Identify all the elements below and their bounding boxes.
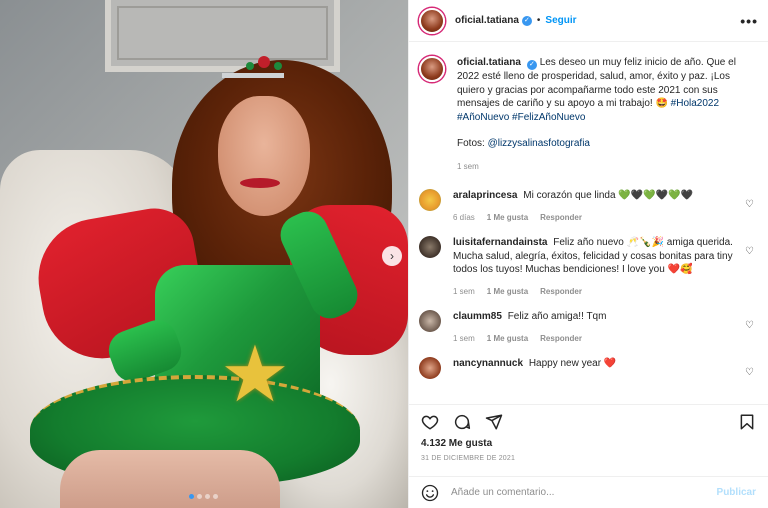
- carousel-dot: [197, 494, 202, 499]
- share-icon[interactable]: [485, 413, 503, 431]
- carousel-dot: [213, 494, 218, 499]
- heart-icon[interactable]: [421, 413, 439, 431]
- comment-icon[interactable]: [453, 413, 471, 431]
- comment-input[interactable]: [451, 487, 717, 498]
- instagram-post-view: ★ › oficial.tatiana ✓ • Seguir ••• ofici…: [0, 0, 768, 508]
- avatar[interactable]: [419, 236, 441, 258]
- comment-like-heart-icon[interactable]: ♡: [745, 320, 754, 331]
- comment-username[interactable]: claumm85: [453, 311, 502, 322]
- avatar[interactable]: [419, 189, 441, 211]
- comment-username[interactable]: luisitafernandainsta: [453, 237, 547, 248]
- tiara-gem: [258, 56, 270, 68]
- caption: oficial.tatiana ✓ Les deseo un muy feliz …: [419, 56, 758, 173]
- comment-like-heart-icon[interactable]: ♡: [745, 367, 754, 378]
- caption-credits: Fotos: @lizzysalinasfotografia: [457, 137, 736, 151]
- emoji-icon[interactable]: [421, 484, 439, 502]
- comment-item: aralaprincesa Mi corazón que linda 💚🖤💚🖤💚…: [419, 189, 758, 224]
- verified-badge-icon: ✓: [521, 15, 532, 26]
- avatar[interactable]: [419, 357, 441, 379]
- comment-like-heart-icon[interactable]: ♡: [745, 246, 754, 257]
- avatar[interactable]: [419, 7, 445, 34]
- carousel-dot: [205, 494, 210, 499]
- bookmark-icon[interactable]: [738, 413, 756, 431]
- post-photo[interactable]: ★ ›: [0, 0, 408, 508]
- tiara: [222, 50, 284, 78]
- more-options-icon[interactable]: •••: [740, 13, 758, 29]
- caption-meta: 1 sem: [457, 160, 736, 174]
- comment-like-heart-icon[interactable]: ♡: [745, 199, 754, 210]
- lips: [240, 178, 280, 188]
- post-sidebar: oficial.tatiana ✓ • Seguir ••• oficial.t…: [408, 0, 768, 508]
- legs: [60, 450, 280, 508]
- add-comment-bar: Publicar: [409, 476, 768, 508]
- verified-badge-icon: ✓: [526, 60, 537, 70]
- comment-likes[interactable]: 1 Me gusta: [487, 285, 528, 299]
- avatar[interactable]: [419, 310, 441, 332]
- caption-username[interactable]: oficial.tatiana: [457, 57, 521, 68]
- comment-item: nancynannuck Happy new year ❤️ ♡: [419, 357, 758, 379]
- carousel-indicator: [189, 494, 218, 499]
- comment-meta: 6 días 1 Me gusta Responder: [453, 211, 736, 225]
- comment-username[interactable]: nancynannuck: [453, 358, 523, 369]
- comment-text: Feliz año amiga!! Tqm: [507, 311, 607, 322]
- gold-star-icon: ★: [220, 330, 290, 418]
- comments-list[interactable]: oficial.tatiana ✓ Les deseo un muy feliz …: [409, 42, 768, 404]
- likes-count[interactable]: 4.132 Me gusta: [409, 438, 768, 449]
- comment-likes[interactable]: 1 Me gusta: [487, 211, 528, 225]
- caption-time[interactable]: 1 sem: [457, 160, 479, 174]
- carousel-dot-active: [189, 494, 194, 499]
- comment-username[interactable]: aralaprincesa: [453, 190, 518, 201]
- fotos-label: Fotos:: [457, 138, 485, 149]
- comment-time[interactable]: 1 sem: [453, 332, 475, 346]
- post-date: 31 DE DICIEMBRE DE 2021: [421, 455, 516, 462]
- comment-meta: 1 sem 1 Me gusta Responder: [453, 285, 736, 299]
- comment-text: Happy new year ❤️: [528, 358, 617, 369]
- reply-button[interactable]: Responder: [540, 285, 582, 299]
- reply-button[interactable]: Responder: [540, 211, 582, 225]
- comment-time[interactable]: 1 sem: [453, 285, 475, 299]
- comment-item: luisitafernandainsta Feliz año nuevo 🥂🍾🎉…: [419, 236, 758, 298]
- comment-time[interactable]: 6 días: [453, 211, 475, 225]
- avatar[interactable]: [419, 56, 445, 82]
- comment-item: claumm85 Feliz año amiga!! Tqm 1 sem 1 M…: [419, 310, 758, 345]
- header-username[interactable]: oficial.tatiana: [455, 15, 519, 26]
- photographer-mention[interactable]: @lizzysalinasfotografia: [488, 138, 590, 149]
- face: [218, 96, 310, 216]
- separator: •: [536, 15, 541, 26]
- comment-likes[interactable]: 1 Me gusta: [487, 332, 528, 346]
- follow-button[interactable]: Seguir: [545, 15, 576, 26]
- action-bar: [409, 404, 768, 438]
- publish-button[interactable]: Publicar: [717, 487, 756, 498]
- comment-meta: 1 sem 1 Me gusta Responder: [453, 332, 736, 346]
- post-header: oficial.tatiana ✓ • Seguir •••: [409, 0, 768, 42]
- comment-text: Mi corazón que linda 💚🖤💚🖤💚🖤: [523, 190, 694, 201]
- reply-button[interactable]: Responder: [540, 332, 582, 346]
- chevron-right-icon[interactable]: ›: [382, 246, 402, 266]
